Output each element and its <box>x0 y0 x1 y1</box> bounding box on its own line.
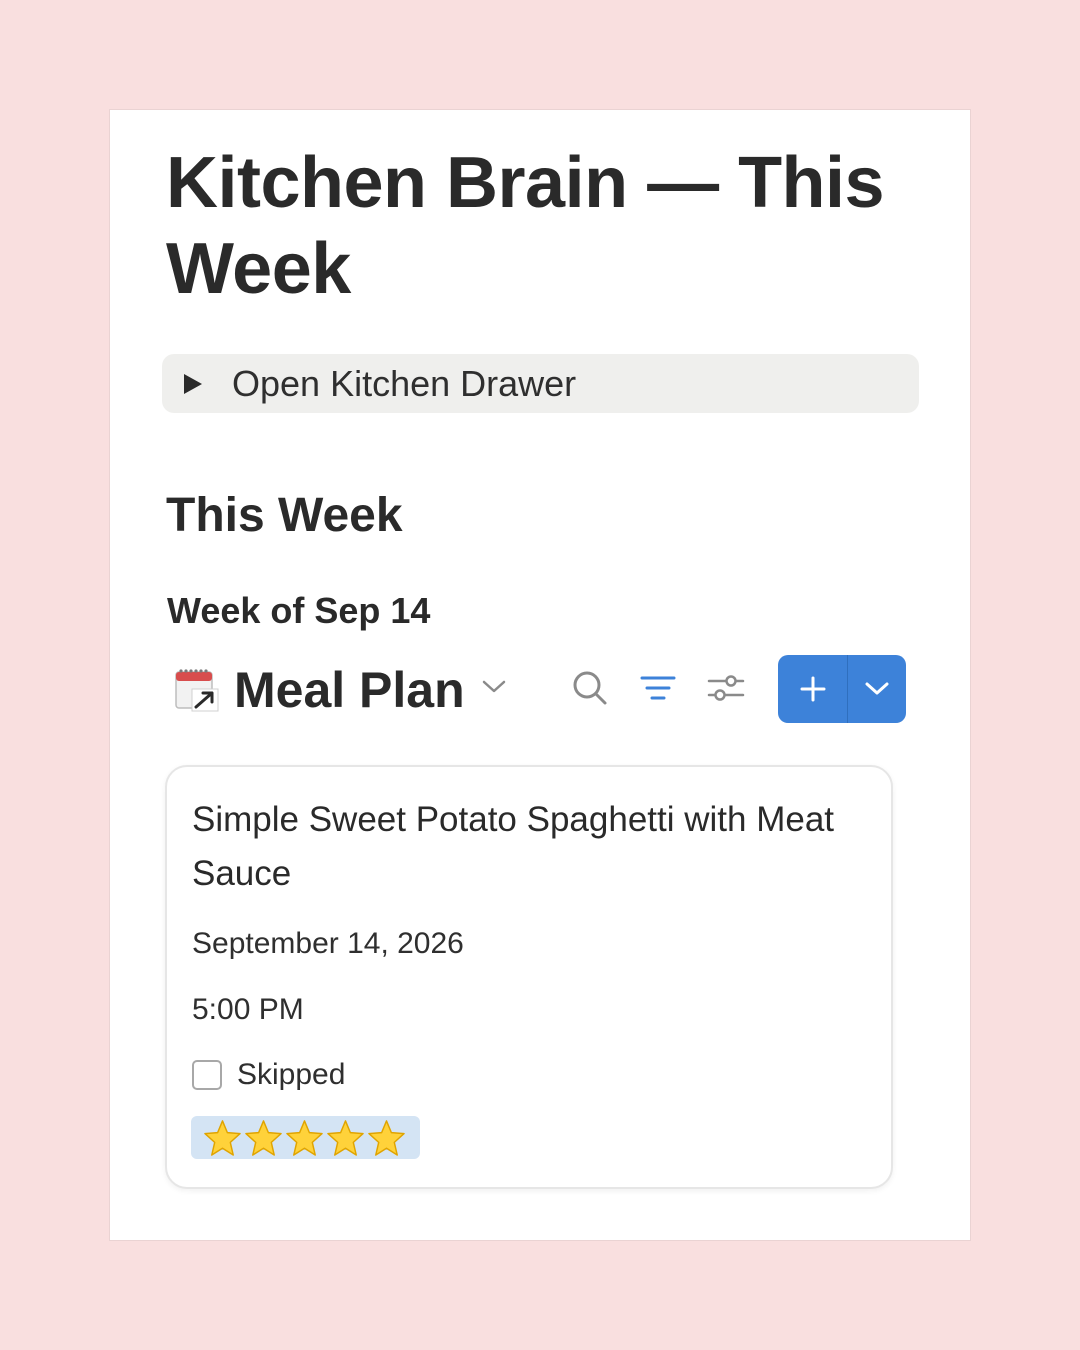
new-button[interactable] <box>778 655 848 723</box>
skipped-checkbox[interactable] <box>192 1060 222 1090</box>
page-container: Kitchen Brain — This Week Open Kitchen D… <box>110 110 970 1240</box>
chevron-down-icon <box>865 682 889 695</box>
meal-time: 5:00 PM <box>192 993 304 1026</box>
database-title-chevron-icon[interactable] <box>480 677 508 697</box>
meal-title: Simple Sweet Potato Spaghetti with Meat … <box>192 800 835 893</box>
rating-tag <box>191 1116 420 1159</box>
star-icon <box>245 1120 282 1156</box>
search-icon[interactable] <box>570 668 610 708</box>
sliders-icon[interactable] <box>706 668 746 708</box>
database-header: Meal Plan <box>172 655 908 723</box>
plus-icon <box>800 676 825 702</box>
star-icon <box>327 1120 364 1156</box>
skipped-property: Skipped <box>192 1057 345 1093</box>
toggle-label: Open Kitchen Drawer <box>232 362 577 404</box>
meal-card[interactable]: Simple Sweet Potato Spaghetti with Meat … <box>165 765 893 1189</box>
page-title: Kitchen Brain — This Week <box>166 143 885 309</box>
new-dropdown-button[interactable] <box>848 655 906 723</box>
star-icon <box>368 1120 405 1156</box>
star-icon <box>286 1120 323 1156</box>
database-title[interactable]: Meal Plan <box>234 659 465 721</box>
meal-date: September 14, 2026 <box>192 927 464 960</box>
filter-icon[interactable] <box>638 668 678 708</box>
new-button-group <box>778 655 906 723</box>
week-subheading: Week of Sep 14 <box>167 590 431 631</box>
star-icon <box>204 1120 241 1156</box>
calendar-link-icon[interactable] <box>174 667 220 713</box>
skipped-label: Skipped <box>237 1058 346 1091</box>
toggle-triangle-icon[interactable] <box>184 373 202 394</box>
kitchen-drawer-toggle[interactable]: Open Kitchen Drawer <box>162 354 919 413</box>
section-heading: This Week <box>166 489 403 542</box>
